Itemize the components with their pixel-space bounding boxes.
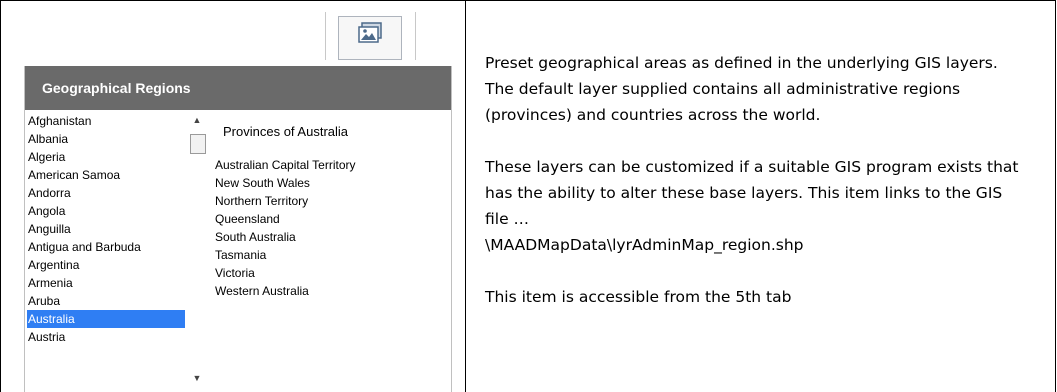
province-list: Australian Capital Territory New South Wa… bbox=[215, 156, 356, 300]
country-list-item[interactable]: Argentina bbox=[27, 256, 185, 274]
description-paragraph: Preset geographical areas as defined in … bbox=[485, 54, 998, 124]
scroll-thumb[interactable] bbox=[190, 134, 206, 154]
province-box: Provinces of Australia Australian Capita… bbox=[215, 124, 356, 300]
toolbar-separator bbox=[325, 12, 326, 60]
province-list-item: Northern Territory bbox=[215, 194, 309, 208]
country-list-item[interactable]: Anguilla bbox=[27, 220, 185, 238]
country-list-item[interactable]: Australia bbox=[27, 310, 185, 328]
geographical-regions-panel: Geographical Regions Afghanistan Albania A… bbox=[24, 66, 452, 392]
country-list-item[interactable]: Afghanistan bbox=[27, 112, 185, 130]
description-text: Preset geographical areas as defined in … bbox=[485, 50, 1025, 336]
country-list-item[interactable]: Angola bbox=[27, 202, 185, 220]
image-button[interactable] bbox=[338, 16, 402, 60]
scroll-down-icon[interactable]: ▼ bbox=[186, 370, 208, 386]
country-list-item[interactable]: Andorra bbox=[27, 184, 185, 202]
toolbar-separator bbox=[415, 12, 416, 60]
country-list-item[interactable]: Austria bbox=[27, 328, 185, 346]
country-list-item[interactable]: Albania bbox=[27, 130, 185, 148]
panel-header: Geographical Regions bbox=[25, 66, 451, 110]
country-list-item[interactable]: American Samoa bbox=[27, 166, 185, 184]
province-list-item: Western Australia bbox=[215, 284, 309, 298]
province-list-item: Victoria bbox=[215, 266, 255, 280]
province-list-item: Queensland bbox=[215, 212, 280, 226]
province-list-item: Tasmania bbox=[215, 248, 267, 262]
country-list-item[interactable]: Armenia bbox=[27, 274, 185, 292]
description-paragraph: These layers can be customized if a suit… bbox=[485, 154, 1025, 258]
country-list-item[interactable]: Antigua and Barbuda bbox=[27, 238, 185, 256]
province-list-item: New South Wales bbox=[215, 176, 310, 190]
scroll-up-icon[interactable]: ▲ bbox=[186, 112, 208, 128]
province-list-item: Australian Capital Territory bbox=[215, 158, 356, 172]
gis-file-path: \MAADMapData\lyrAdminMap_region.shp bbox=[485, 236, 804, 254]
country-list-scrollbar[interactable]: ▲ ▼ bbox=[186, 112, 208, 392]
country-list[interactable]: Afghanistan Albania Algeria American Samoa A… bbox=[27, 112, 185, 392]
description-line: These layers can be customized if a suit… bbox=[485, 158, 1019, 228]
image-icon bbox=[358, 22, 382, 43]
country-list-item[interactable]: Algeria bbox=[27, 148, 185, 166]
description-paragraph: This item is accessible from the 5th tab bbox=[485, 288, 792, 306]
province-list-item: South Australia bbox=[215, 230, 296, 244]
province-title: Provinces of Australia bbox=[223, 124, 349, 139]
country-list-item[interactable]: Aruba bbox=[27, 292, 185, 310]
cell-divider bbox=[465, 0, 466, 392]
